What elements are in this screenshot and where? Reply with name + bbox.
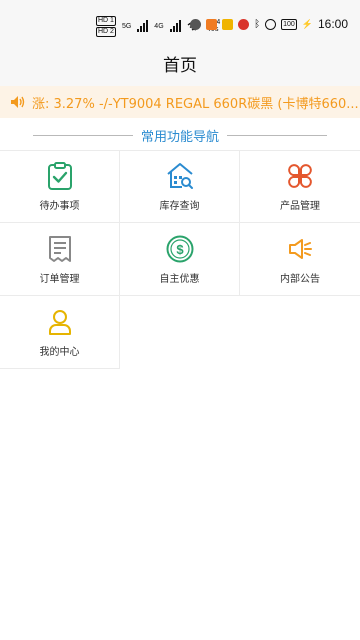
nav-item-profile[interactable]: 我的中心 <box>0 296 120 369</box>
clock: 16:00 <box>317 17 348 31</box>
svg-text:$: $ <box>176 242 184 257</box>
battery-icon: 100 <box>281 18 297 30</box>
nav-label-products: 产品管理 <box>280 201 320 212</box>
warehouse-search-icon <box>166 163 193 189</box>
divider-right <box>227 134 327 136</box>
nav-label-announcements: 内部公告 <box>280 273 320 285</box>
clover-icon <box>288 164 312 188</box>
megaphone-icon <box>289 238 312 259</box>
section-header: 常用功能导航 <box>0 124 360 146</box>
app2-icon <box>206 18 218 30</box>
nav-label-discounts: 自主优惠 <box>159 273 200 285</box>
hd2-badge: HD 2 <box>96 26 116 37</box>
bluetooth-icon: ᛒ <box>254 18 261 30</box>
divider-left <box>32 134 133 136</box>
nav-item-announcements[interactable]: 内部公告 <box>240 223 360 296</box>
nav-label-todo: 待办事项 <box>39 201 80 212</box>
receipt-icon <box>48 235 71 262</box>
app3-icon <box>222 18 234 30</box>
nav-item-inventory[interactable]: 库存查询 <box>120 150 240 223</box>
announcement-marquee[interactable]: 涨: 3.27% -/-YT9004 REGAL 660R碳黑 (卡博特660.… <box>0 86 360 118</box>
status-right: ᛒ 100 ⚡ 16:00 <box>190 17 348 31</box>
section-title: 常用功能导航 <box>140 129 219 145</box>
top-header: 首页 <box>0 40 360 86</box>
nav-item-discounts[interactable]: $ 自主优惠 <box>120 223 240 296</box>
clipboard-check-icon <box>47 162 72 190</box>
hd1-badge: HD 1 <box>96 15 116 26</box>
user-icon <box>48 309 71 335</box>
marquee-text: 涨: 3.27% -/-YT9004 REGAL 660R碳黑 (卡博特660.… <box>32 96 359 112</box>
nav-item-todo[interactable]: 待办事项 <box>0 150 120 223</box>
app1-icon <box>190 18 202 30</box>
nav-item-orders[interactable]: 订单管理 <box>0 223 120 296</box>
page-title: 首页 <box>163 55 197 76</box>
app4-icon <box>238 18 250 30</box>
hd-indicators: HD 1 HD 2 <box>96 15 116 37</box>
nfc-icon <box>265 18 277 30</box>
net2-label: 4G <box>154 22 164 30</box>
net1-label: 5G <box>121 22 132 30</box>
nav-item-products[interactable]: 产品管理 <box>240 150 360 223</box>
signal1-icon <box>137 20 149 32</box>
nav-label-orders: 订单管理 <box>39 273 80 285</box>
charging-icon: ⚡ <box>301 18 313 29</box>
nav-grid: 待办事项 库存查询 产品管理 订单管理 $ 自主优惠 内部公告 我的中心 <box>0 150 360 369</box>
nav-label-inventory: 库存查询 <box>159 201 200 212</box>
signal2-icon <box>169 20 181 32</box>
speaker-icon <box>11 96 25 108</box>
dollar-coin-icon: $ <box>166 235 193 262</box>
status-bar: HD 1 HD 2 5G 4G 13.4 K/s ᛒ 100 ⚡ 16:00 <box>0 0 360 40</box>
nav-label-profile: 我的中心 <box>39 346 80 358</box>
